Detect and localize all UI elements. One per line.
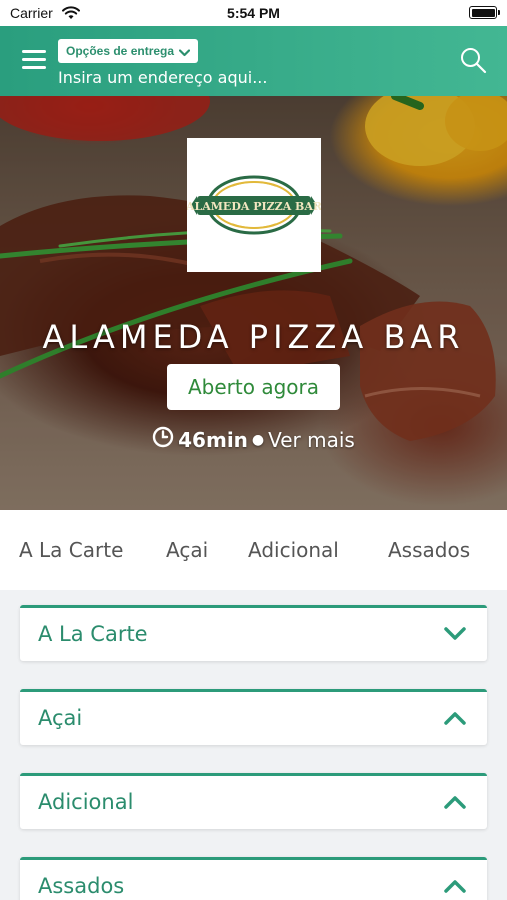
search-icon[interactable]: [459, 46, 487, 74]
restaurant-hero: ALAMEDA PIZZA BAR ALAMEDA PIZZA BAR Aber…: [0, 96, 507, 510]
app-header: Opções de entrega: [0, 26, 507, 96]
menu-icon[interactable]: [22, 50, 46, 70]
delivery-options-label: Opções de entrega: [66, 44, 175, 58]
section-a-la-carte[interactable]: A La Carte: [20, 605, 487, 661]
delivery-info: 46min ● Ver mais: [0, 426, 507, 453]
address-input[interactable]: [58, 66, 438, 88]
chevron-up-icon: [443, 710, 467, 730]
chevron-up-icon: [443, 878, 467, 898]
section-title: Assados: [38, 874, 125, 898]
section-title: Açai: [38, 706, 83, 730]
delivery-options-button[interactable]: Opções de entrega: [58, 39, 199, 63]
delivery-time: 46min: [178, 427, 248, 452]
section-title: A La Carte: [38, 622, 148, 646]
restaurant-name: ALAMEDA PIZZA BAR: [42, 318, 465, 356]
tab-acai[interactable]: Açai: [166, 538, 208, 562]
category-tabs: A La Carte Açai Adicional Assados: [0, 510, 507, 590]
clock-icon: [152, 426, 174, 453]
status-bar: Carrier 5:54 PM: [0, 0, 507, 26]
section-title: Adicional: [38, 790, 134, 814]
logo-text: ALAMEDA PIZZA BAR: [187, 200, 321, 213]
chevron-down-icon: [443, 626, 467, 646]
restaurant-logo: ALAMEDA PIZZA BAR: [185, 138, 323, 272]
section-assados[interactable]: Assados: [20, 857, 487, 900]
menu-sections: A La Carte Açai Adicional Assados: [0, 590, 507, 900]
chevron-down-icon: [178, 42, 191, 61]
clock-time: 5:54 PM: [227, 5, 280, 21]
section-acai[interactable]: Açai: [20, 689, 487, 745]
see-more-link[interactable]: Ver mais: [268, 428, 355, 452]
separator-dot: ●: [251, 431, 265, 448]
status-badge: Aberto agora: [167, 364, 340, 410]
chevron-up-icon: [443, 794, 467, 814]
section-adicional[interactable]: Adicional: [20, 773, 487, 829]
battery-icon: [469, 6, 500, 19]
tab-assados[interactable]: Assados: [388, 538, 470, 562]
tab-adicional[interactable]: Adicional: [248, 538, 339, 562]
tab-a-la-carte[interactable]: A La Carte: [19, 538, 123, 562]
